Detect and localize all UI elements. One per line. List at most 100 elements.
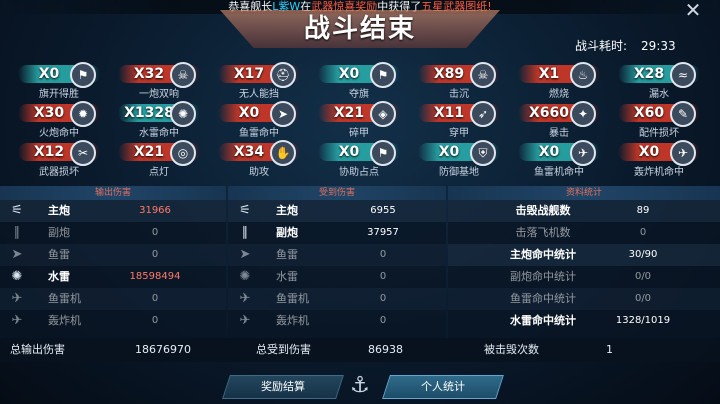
row-label: 鱼雷机 xyxy=(276,292,309,305)
badge-count: X34 xyxy=(233,144,265,160)
achievement-badge: X28 ≈ 漏水 xyxy=(618,62,700,100)
stat-row: 副炮命中统计 0/0 xyxy=(448,266,720,288)
row-label: 水雷 xyxy=(276,270,298,283)
crit-icon: ✦ xyxy=(570,101,596,127)
achievement-badge: X21 ◈ 碎甲 xyxy=(318,101,400,139)
badge-bar: X0 ⚑ xyxy=(318,62,400,88)
badge-count: X0 xyxy=(638,144,660,160)
secondary-gun-icon: ∥ xyxy=(13,225,21,240)
badge-count: X30 xyxy=(33,105,65,121)
badge-count: X660 xyxy=(528,105,570,121)
stat-row: 鱼雷命中统计 0/0 xyxy=(448,288,720,310)
badge-count: X0 xyxy=(338,144,360,160)
stats-header: 资料统计 xyxy=(448,186,720,200)
achievement-badge: X21 ◎ 点灯 xyxy=(118,140,200,178)
row-value: 0 xyxy=(151,293,159,304)
total-output-label: 总输出伤害 xyxy=(10,343,65,356)
badge-count: X21 xyxy=(133,144,165,160)
badge-bar: X0 ⚑ xyxy=(18,62,100,88)
personal-button-label: 个人统计 xyxy=(421,380,465,393)
output-header: 输出伤害 xyxy=(0,186,226,200)
badge-label: 无人能挡 xyxy=(239,89,279,100)
achievement-badge: X60 ✎ 配件损坏 xyxy=(618,101,700,139)
totals-bar: 总输出伤害 18676970 总受到伤害 86938 被击毁次数 1 xyxy=(0,338,720,362)
badge-bar: X30 ✹ xyxy=(18,101,100,127)
row-value: 30/90 xyxy=(628,249,658,260)
total-output-value: 18676970 xyxy=(135,343,191,356)
badge-bar: X0 ✈ xyxy=(518,140,600,166)
badge-label: 漏水 xyxy=(649,89,669,100)
badge-label: 鱼雷命中 xyxy=(239,128,279,139)
badge-label: 配件损坏 xyxy=(639,128,679,139)
stat-row: ✈ 轰炸机 0 xyxy=(228,310,446,332)
battle-timer: 战斗耗时: 29:33 xyxy=(575,37,676,54)
reward-button-label: 奖励结算 xyxy=(261,380,305,393)
reward-settlement-button[interactable]: 奖励结算 xyxy=(222,375,344,399)
badge-bar: X32 ☠ xyxy=(118,62,200,88)
row-value: 0 xyxy=(379,271,387,282)
row-value: 0 xyxy=(151,315,159,326)
row-label: 鱼雷 xyxy=(48,248,70,261)
row-value: 1328/1019 xyxy=(615,315,671,326)
badge-bar: X660 ✦ xyxy=(518,101,600,127)
badge-label: 一炮双响 xyxy=(139,89,179,100)
badge-bar: X21 ◎ xyxy=(118,140,200,166)
stat-row: ⚟ 主炮 6955 xyxy=(228,200,446,222)
badge-bar: X0 ⚑ xyxy=(318,140,400,166)
wrench-icon: ✎ xyxy=(670,101,696,127)
anchor-emblem-icon: ⚓ xyxy=(350,373,370,398)
achievement-badge: X1328 ✺ 水雷命中 xyxy=(118,101,200,139)
badge-label: 点灯 xyxy=(149,167,169,178)
armor-icon: ◈ xyxy=(370,101,396,127)
badge-label: 暴击 xyxy=(549,128,569,139)
achievement-badge: X34 ✋ 助攻 xyxy=(218,140,300,178)
badge-label: 火炮命中 xyxy=(39,128,79,139)
badge-count: X0 xyxy=(538,144,560,160)
stat-row: ∥ 副炮 37957 xyxy=(228,222,446,244)
row-value: 0 xyxy=(379,315,387,326)
shield-icon: ⛨ xyxy=(470,140,496,166)
output-damage-panel: 输出伤害 ⚟ 主炮 31966 ∥ 副炮 0 ➤ 鱼雷 0 ✺ 水雷 18598494 ✈ 鱼雷机 0 ✈ 轰炸… xyxy=(0,186,226,362)
row-value: 31966 xyxy=(139,205,171,216)
row-value: 0 xyxy=(151,249,159,260)
badge-count: X60 xyxy=(633,105,665,121)
bomber-icon: ✈ xyxy=(11,313,23,328)
total-received-label: 总受到伤害 xyxy=(256,343,311,356)
row-label: 副炮命中统计 xyxy=(510,270,576,283)
personal-stats-button[interactable]: 个人统计 xyxy=(382,375,504,399)
stat-row: 击毁战舰数 89 xyxy=(448,200,720,222)
badge-bar: X60 ✎ xyxy=(618,101,700,127)
times-destroyed-value: 1 xyxy=(606,343,613,356)
achievement-badge: X0 ⚑ 协助占点 xyxy=(318,140,400,178)
achievement-badge: X11 ➶ 穿甲 xyxy=(418,101,500,139)
row-value: 89 xyxy=(636,205,650,216)
achievement-badge: X0 ✈ 鱼雷机命中 xyxy=(518,140,600,178)
bomber-icon: ✈ xyxy=(239,313,251,328)
badge-label: 旗开得胜 xyxy=(39,89,79,100)
achievement-badge: X12 ✂ 武器损坏 xyxy=(18,140,100,178)
target-icon: ◎ xyxy=(170,140,196,166)
achievement-badge: X30 ✹ 火炮命中 xyxy=(18,101,100,139)
achievement-badge: X32 ☠ 一炮双响 xyxy=(118,62,200,100)
badge-count: X28 xyxy=(633,66,665,82)
flag-icon: ⚑ xyxy=(370,140,396,166)
stat-row: ✈ 轰炸机 0 xyxy=(0,310,226,332)
badge-count: X89 xyxy=(433,66,465,82)
row-value: 18598494 xyxy=(129,271,181,282)
badge-label: 碎甲 xyxy=(349,128,369,139)
achievement-badge: X0 ➤ 鱼雷命中 xyxy=(218,101,300,139)
badge-count: X0 xyxy=(238,105,260,121)
skull-icon: ☠ xyxy=(170,62,196,88)
weapon-icon: ✂ xyxy=(70,140,96,166)
close-icon[interactable]: ✕ xyxy=(680,0,706,22)
row-label: 主炮 xyxy=(276,204,298,217)
badge-count: X1328 xyxy=(124,105,174,121)
row-label: 水雷命中统计 xyxy=(510,314,576,327)
times-destroyed-label: 被击毁次数 xyxy=(484,343,539,356)
row-value: 0/0 xyxy=(634,271,652,282)
cannon-icon: ✹ xyxy=(70,101,96,127)
row-label: 副炮 xyxy=(276,226,298,239)
badge-count: X0 xyxy=(338,66,360,82)
badge-label: 轰炸机命中 xyxy=(634,167,684,178)
torpedo-plane-icon: ✈ xyxy=(239,291,251,306)
